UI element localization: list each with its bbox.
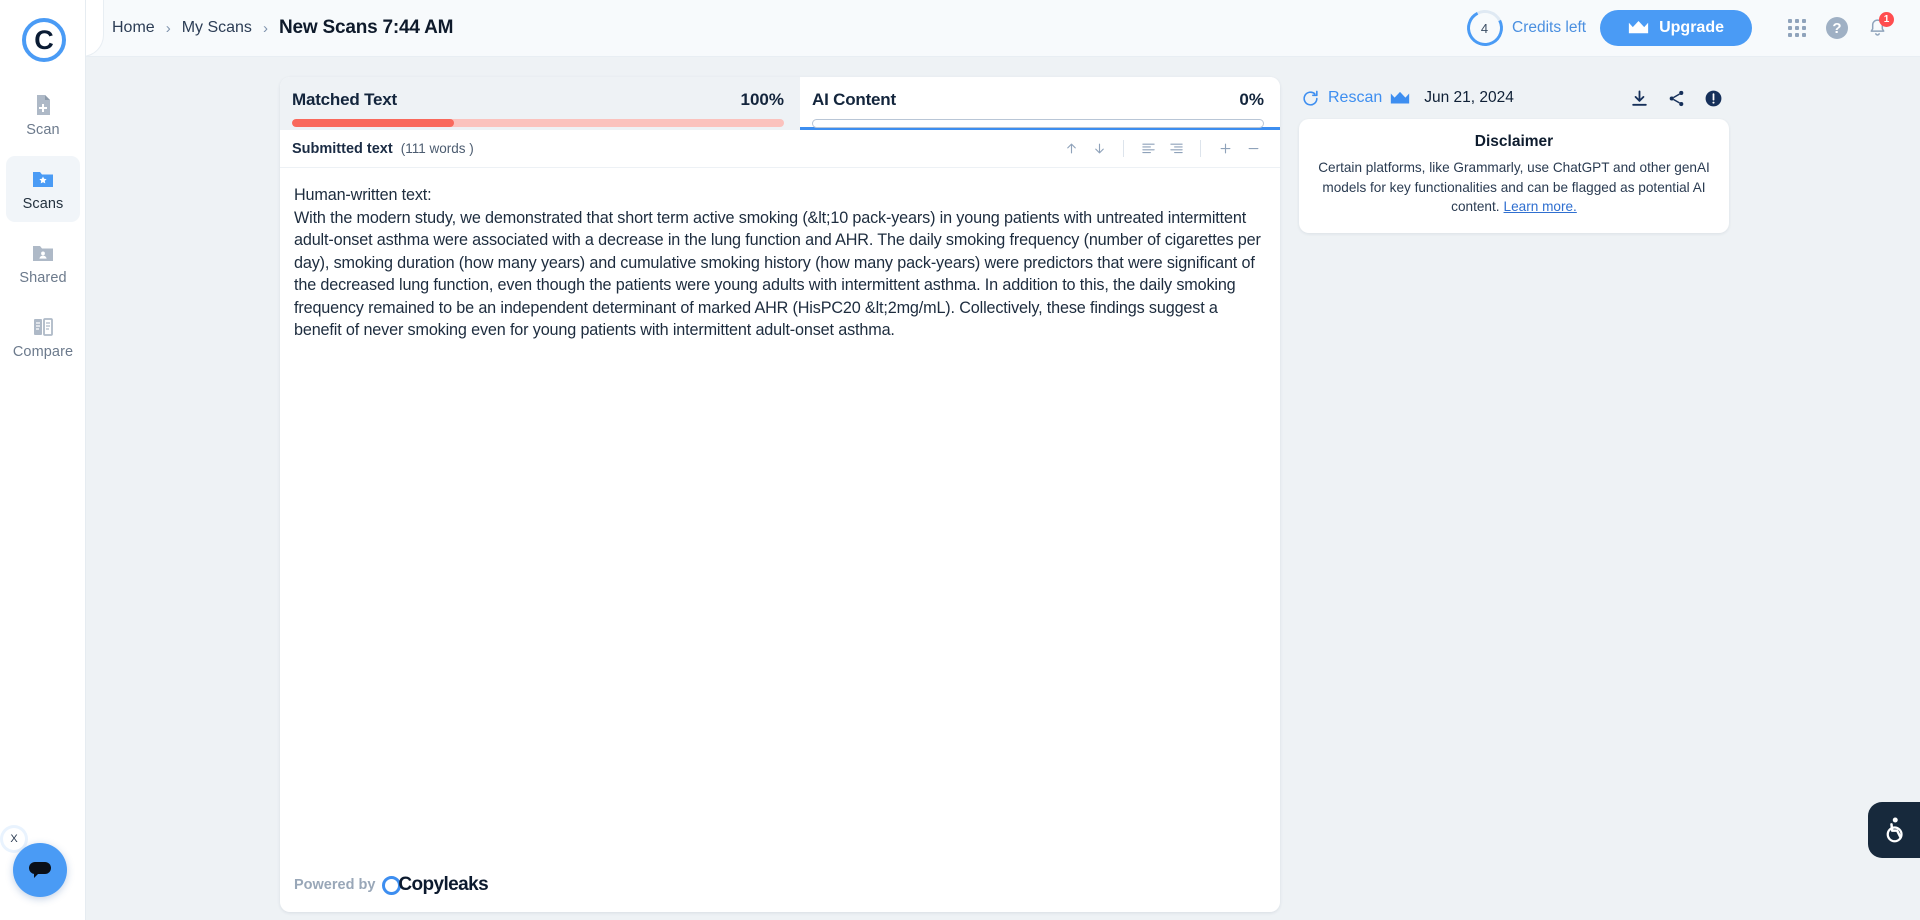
upgrade-button-label: Upgrade xyxy=(1659,19,1724,37)
crown-icon xyxy=(1628,20,1649,36)
copyleaks-initial: C xyxy=(398,874,411,896)
chat-launcher-button[interactable] xyxy=(13,843,67,897)
credits-left-label: Credits left xyxy=(1512,19,1586,37)
scan-report-card: Matched Text 100% AI Content 0% Submitte… xyxy=(280,77,1280,912)
rescan-button-label[interactable]: Rescan xyxy=(1328,89,1382,107)
info-button[interactable] xyxy=(1704,89,1723,108)
breadcrumb-separator-icon: › xyxy=(263,20,268,37)
align-right-icon xyxy=(1169,141,1184,156)
folder-star-icon xyxy=(31,167,55,191)
report-footer: Powered by Copyleaks xyxy=(280,858,1280,912)
breadcrumb-current-scan: New Scans 7:44 AM xyxy=(279,17,453,39)
breadcrumb: Home › My Scans › New Scans 7:44 AM xyxy=(112,17,453,39)
side-panel-actions xyxy=(1630,89,1723,108)
document-tools xyxy=(1058,136,1266,162)
notifications-badge: 1 xyxy=(1879,12,1894,27)
learn-more-link[interactable]: Learn more. xyxy=(1504,199,1577,214)
scroll-up-button[interactable] xyxy=(1058,136,1084,162)
document-body: Human-written text: With the modern stud… xyxy=(280,168,1280,342)
sidebar-label-compare: Compare xyxy=(13,344,73,360)
chat-bubble-icon xyxy=(26,858,54,882)
credits-indicator[interactable]: 4 Credits left xyxy=(1467,10,1586,46)
sidebar-label-scan: Scan xyxy=(26,122,59,138)
breadcrumb-my-scans[interactable]: My Scans xyxy=(182,19,252,37)
sidebar-label-scans: Scans xyxy=(23,196,64,212)
apps-grid-button[interactable] xyxy=(1780,11,1814,45)
help-button[interactable]: ? xyxy=(1820,11,1854,45)
grid-apps-icon xyxy=(1788,19,1806,37)
top-bar-actions: 4 Credits left Upgrade ? 1 xyxy=(1467,10,1920,46)
tab-matched-text-label: Matched Text xyxy=(292,90,397,110)
wheelchair-icon xyxy=(1879,815,1909,845)
align-right-button[interactable] xyxy=(1163,136,1189,162)
notifications-button[interactable]: 1 xyxy=(1860,11,1894,45)
sidebar-item-compare[interactable]: Compare xyxy=(6,304,80,370)
app-logo[interactable]: C xyxy=(22,18,66,62)
side-panel-header: Rescan Jun 21, 2024 xyxy=(1299,77,1729,119)
zoom-in-button[interactable] xyxy=(1212,136,1238,162)
tab-matched-text[interactable]: Matched Text 100% xyxy=(280,77,800,130)
ai-content-progress-bar xyxy=(812,119,1264,128)
main-stage: Matched Text 100% AI Content 0% Submitte… xyxy=(86,57,1920,920)
folder-user-icon xyxy=(31,241,55,265)
question-mark-icon: ? xyxy=(1826,17,1848,39)
file-plus-icon xyxy=(31,93,55,117)
sidebar-item-scans[interactable]: Scans xyxy=(6,156,80,222)
word-count-label: (111 words ) xyxy=(401,141,474,156)
share-icon xyxy=(1667,89,1686,108)
powered-by-label: Powered by xyxy=(294,877,375,893)
upgrade-button[interactable]: Upgrade xyxy=(1600,10,1752,46)
tab-ai-content-percent: 0% xyxy=(1239,90,1264,110)
breadcrumb-separator-icon: › xyxy=(166,20,171,37)
scroll-down-button[interactable] xyxy=(1086,136,1112,162)
submitted-text-label: Submitted text xyxy=(292,141,393,157)
chat-close-button[interactable]: X xyxy=(3,828,25,850)
alert-info-icon xyxy=(1704,89,1723,108)
top-bar: Home › My Scans › New Scans 7:44 AM 4 Cr… xyxy=(86,0,1920,57)
report-tabs: Matched Text 100% AI Content 0% xyxy=(280,77,1280,130)
zoom-in-icon xyxy=(1218,141,1233,156)
toolbar-divider xyxy=(1123,140,1124,157)
sidebar-label-shared: Shared xyxy=(19,270,66,286)
scroll-down-icon xyxy=(1092,141,1107,156)
scroll-up-icon xyxy=(1064,141,1079,156)
report-side-panel: Rescan Jun 21, 2024 xyxy=(1299,77,1729,233)
share-button[interactable] xyxy=(1667,89,1686,108)
copyleaks-wordmark: opyleaks xyxy=(412,874,489,896)
tab-ai-content-label: AI Content xyxy=(812,90,896,110)
matched-text-progress-bar xyxy=(292,119,784,127)
copyleaks-logo: Copyleaks xyxy=(382,874,488,896)
toolbar-divider xyxy=(1200,140,1201,157)
scan-date-label: Jun 21, 2024 xyxy=(1424,89,1514,107)
logo-letter: C xyxy=(22,18,66,62)
chat-close-label: X xyxy=(10,833,17,845)
align-left-button[interactable] xyxy=(1135,136,1161,162)
left-nav-rail: C Scan Scans Shared Compare xyxy=(0,0,86,920)
tab-ai-content[interactable]: AI Content 0% xyxy=(800,77,1280,130)
disclaimer-body: Certain platforms, like Grammarly, use C… xyxy=(1315,158,1713,217)
matched-text-progress-fill xyxy=(292,119,454,127)
accessibility-button[interactable] xyxy=(1868,802,1920,858)
credits-count: 4 xyxy=(1481,20,1488,35)
credits-ring: 4 xyxy=(1462,5,1507,50)
submitted-document-text: Human-written text: With the modern stud… xyxy=(294,184,1262,342)
zoom-out-button[interactable] xyxy=(1240,136,1266,162)
download-icon xyxy=(1630,89,1649,108)
compare-icon xyxy=(31,315,55,339)
sidebar-item-scan[interactable]: Scan xyxy=(6,82,80,148)
submitted-text-toolbar: Submitted text (111 words ) xyxy=(280,130,1280,168)
download-button[interactable] xyxy=(1630,89,1649,108)
zoom-out-icon xyxy=(1246,141,1261,156)
sidebar-item-shared[interactable]: Shared xyxy=(6,230,80,296)
breadcrumb-home[interactable]: Home xyxy=(112,19,155,37)
disclaimer-title: Disclaimer xyxy=(1315,133,1713,151)
tab-matched-text-percent: 100% xyxy=(741,90,784,110)
crown-icon xyxy=(1390,91,1410,106)
align-left-icon xyxy=(1141,141,1156,156)
disclaimer-card: Disclaimer Certain platforms, like Gramm… xyxy=(1299,119,1729,233)
refresh-icon[interactable] xyxy=(1301,89,1320,108)
